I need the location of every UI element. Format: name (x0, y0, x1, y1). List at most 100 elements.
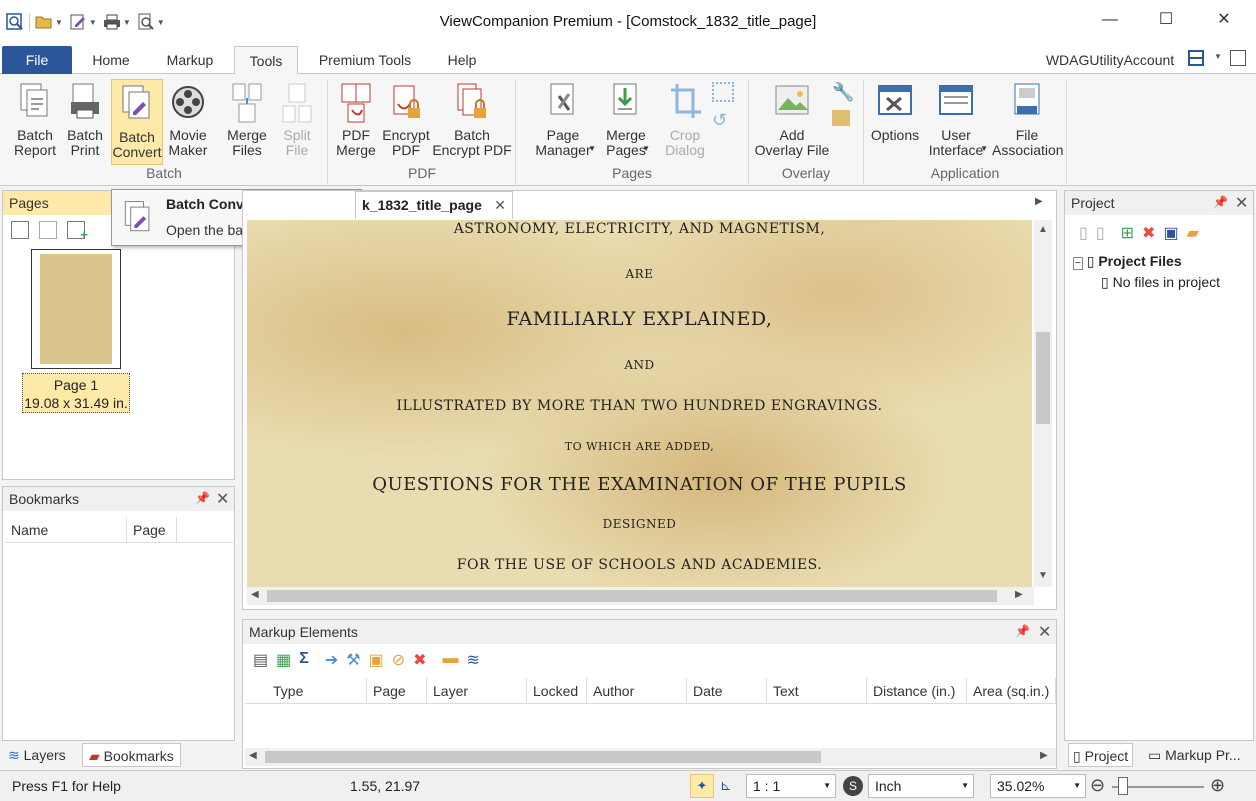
tab-premium-tools[interactable]: Premium Tools (306, 46, 424, 74)
unit-select[interactable]: Inch ▼ (868, 774, 974, 798)
column-header-type[interactable]: Type (267, 678, 367, 704)
add-overlay-file-button[interactable]: Add Overlay File (754, 78, 830, 158)
properties-icon[interactable]: ▤ (253, 650, 268, 670)
zoom-out-icon[interactable]: ⊖ (1090, 775, 1105, 796)
page-copy-icon[interactable] (39, 221, 57, 239)
scroll-thumb[interactable] (1036, 332, 1050, 424)
sum-icon[interactable]: Σ (299, 650, 309, 670)
scroll-left-icon[interactable]: ◀ (249, 750, 257, 761)
tab-markup[interactable]: Markup (152, 46, 228, 74)
scroll-thumb[interactable] (267, 590, 997, 602)
delete-icon[interactable]: ✖ (413, 650, 426, 670)
tab-tools[interactable]: Tools (234, 46, 298, 75)
column-header-distance[interactable]: Distance (in.) (867, 678, 967, 704)
scroll-right-icon[interactable]: ▶ (1040, 750, 1048, 761)
close-icon[interactable]: ✕ (1235, 193, 1248, 213)
close-icon[interactable]: ✕ (1214, 10, 1234, 30)
tab-markup-properties[interactable]: ▭ Markup Pr... (1148, 743, 1241, 767)
options-button[interactable]: Options (868, 78, 922, 143)
status-help-text: Press F1 for Help (12, 778, 121, 794)
page-manager-button[interactable]: Page Manager ▼ (528, 78, 598, 158)
scale-select[interactable]: 1 : 1 ▼ (746, 774, 836, 798)
account-name[interactable]: WDAGUtilityAccount (1040, 46, 1180, 74)
page-thumbnail[interactable] (31, 249, 121, 369)
tab-home[interactable]: Home (78, 46, 144, 74)
pin-icon[interactable]: 📌 (195, 491, 210, 505)
export-excel-icon[interactable]: ▦ (276, 650, 291, 670)
pdf-merge-button[interactable]: PDF Merge (334, 78, 378, 158)
add-page-icon[interactable]: + (67, 221, 88, 242)
column-header-layer[interactable]: Layer (427, 678, 527, 704)
close-icon[interactable]: ✕ (1038, 622, 1051, 642)
column-header-area[interactable]: Area (sq.in.) (967, 678, 1056, 704)
delete-icon[interactable]: ✖ (1142, 223, 1155, 243)
overlay-stack-icon[interactable] (832, 110, 850, 126)
split-file-icon (282, 83, 312, 123)
scale-icon[interactable]: S (843, 776, 863, 796)
movie-maker-button[interactable]: Movie Maker (164, 78, 212, 158)
layers-icon[interactable]: ≋ (467, 650, 480, 670)
refresh-file-icon[interactable]: ▯ (1079, 223, 1088, 243)
column-header-page[interactable]: Page (127, 517, 177, 543)
zoom-select[interactable]: 35.02% ▼ (990, 774, 1086, 798)
column-header-author[interactable]: Author (587, 678, 687, 704)
pin-icon[interactable]: 📌 (1213, 195, 1228, 209)
encrypt-pdf-button[interactable]: Encrypt PDF (380, 78, 432, 158)
zoom-in-icon[interactable]: ⊕ (1210, 775, 1225, 796)
column-header-page[interactable]: Page (367, 678, 427, 704)
open-folder-icon[interactable]: ▰ (1187, 223, 1199, 243)
layout-icon[interactable] (1188, 50, 1204, 66)
scroll-right-icon[interactable]: ▶ (1015, 589, 1023, 600)
file-association-button[interactable]: File Association (992, 78, 1064, 158)
batch-print-button[interactable]: Batch Print (62, 78, 108, 158)
grid-icon[interactable] (1230, 50, 1246, 66)
add-file-icon[interactable]: ⊞ (1121, 223, 1134, 243)
tab-file[interactable]: File (2, 46, 72, 74)
tab-bookmarks[interactable]: ▰ Bookmarks (82, 743, 181, 767)
unlock-icon[interactable]: ⊘ (392, 650, 405, 670)
chevron-down-icon[interactable]: ▼ (1214, 52, 1222, 61)
batch-encrypt-pdf-button[interactable]: Batch Encrypt PDF (432, 78, 512, 158)
horizontal-scrollbar[interactable]: ◀ ▶ (245, 748, 1056, 766)
arrow-right-icon[interactable]: ➔ (325, 650, 338, 670)
sync-file-icon[interactable]: ▯ (1096, 223, 1105, 243)
tab-layers[interactable]: ≋ Layers (8, 743, 66, 767)
batch-convert-button[interactable]: Batch Convert (111, 79, 163, 165)
document-tab[interactable]: k_1832_title_page ✕ (355, 191, 513, 219)
tab-scroll-right-icon[interactable]: ▶ (1035, 196, 1043, 207)
tab-project[interactable]: ▯ Project (1068, 743, 1134, 767)
page-thumbnail-label[interactable]: Page 1 19.08 x 31.49 in. (22, 373, 130, 413)
minimize-icon[interactable]: — (1100, 10, 1120, 30)
save-icon[interactable]: ▣ (1163, 223, 1178, 243)
pin-icon[interactable]: 📌 (1015, 624, 1030, 638)
column-header-locked[interactable]: Locked (527, 678, 587, 704)
merge-files-button[interactable]: Merge Files (222, 78, 272, 158)
lock-icon[interactable]: ▣ (369, 650, 384, 670)
user-interface-button[interactable]: User Interface ▼ (922, 78, 990, 158)
document-page[interactable]: ASTRONOMY, ELECTRICITY, AND MAGNETISM, A… (247, 220, 1032, 587)
close-icon[interactable]: ✕ (494, 192, 506, 218)
collapse-icon[interactable]: − (1073, 257, 1083, 270)
maximize-icon[interactable]: ☐ (1156, 10, 1176, 30)
scroll-left-icon[interactable]: ◀ (251, 589, 259, 600)
scroll-up-icon[interactable]: ▲ (1038, 224, 1048, 235)
close-icon[interactable]: ✕ (216, 489, 229, 509)
comment-icon[interactable]: ▬ (443, 650, 459, 670)
vertical-scrollbar[interactable]: ▲ ▼ (1034, 220, 1052, 587)
merge-pages-button[interactable]: Merge Pages ▼ (600, 78, 652, 158)
column-header-date[interactable]: Date (687, 678, 767, 704)
page-icon[interactable] (11, 221, 29, 239)
wrench-icon[interactable]: 🔧 (832, 82, 854, 103)
scroll-thumb[interactable] (265, 751, 821, 763)
wrench-icon[interactable]: ⚒ (346, 650, 360, 670)
horizontal-scrollbar[interactable]: ◀ ▶ (247, 587, 1034, 605)
column-header-name[interactable]: Name (5, 517, 127, 543)
zoom-slider-thumb[interactable] (1118, 777, 1128, 795)
ortho-icon[interactable]: ⊾ (720, 777, 732, 794)
column-header-text[interactable]: Text (767, 678, 867, 704)
tree-item-project-files[interactable]: − ▯ Project Files (1073, 253, 1220, 270)
snap-icon[interactable]: ✦ (690, 774, 714, 798)
scroll-down-icon[interactable]: ▼ (1038, 570, 1048, 581)
batch-report-button[interactable]: Batch Report (10, 78, 60, 158)
tab-help[interactable]: Help (432, 46, 492, 74)
